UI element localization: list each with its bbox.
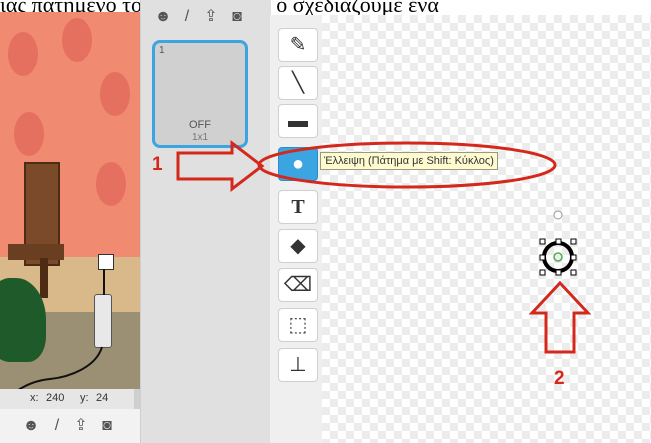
ellipse-tooltip: Έλλειψη (Πάτημα με Shift: Κύκλος) — [320, 152, 498, 170]
line-icon: ╲ — [291, 72, 305, 94]
resize-handle[interactable] — [539, 269, 546, 276]
center-marker — [553, 252, 563, 262]
costume-number: 1 — [159, 45, 165, 56]
text-tool-button[interactable]: T — [278, 190, 318, 224]
select-tool-button[interactable]: ⬚ — [278, 308, 318, 342]
fill-bucket-icon: ◆ — [290, 235, 306, 257]
rectangle-tool-button[interactable]: ▬ — [278, 104, 318, 138]
resize-handle[interactable] — [555, 238, 562, 245]
choose-sprite-icon[interactable]: ☻ — [22, 417, 40, 435]
upload-icon[interactable]: ⇪ — [72, 417, 90, 435]
wall-pattern — [14, 112, 44, 156]
costume-name: OFF — [189, 119, 211, 131]
brush-tool-button[interactable]: ✎ — [278, 28, 318, 62]
resize-handle[interactable] — [539, 238, 546, 245]
stamp-tool-button[interactable]: ⊥ — [278, 348, 318, 382]
resize-handle[interactable] — [570, 269, 577, 276]
resize-handle[interactable] — [539, 254, 546, 261]
select-icon: ⬚ — [288, 314, 308, 336]
coord-y-value: 24 — [96, 392, 109, 404]
new-costume-toolbar: ☻ / ⇪ ◙ — [148, 6, 258, 28]
annotation-label-2: 2 — [554, 368, 565, 389]
ellipse-icon: ● — [291, 153, 305, 175]
coord-x-value: 240 — [46, 392, 65, 404]
wall-pattern — [96, 162, 126, 206]
cable-line — [17, 269, 105, 389]
line-tool-button[interactable]: ╲ — [278, 66, 318, 100]
mouse-coordinates: x: 240 y: 24 — [0, 389, 140, 409]
wall-pattern — [62, 18, 92, 62]
paint-new-icon[interactable]: / — [48, 417, 66, 435]
text-icon: T — [291, 196, 305, 218]
rectangle-icon: ▬ — [288, 110, 308, 132]
circle-shape — [542, 241, 574, 273]
annotation-label-1: 1 — [152, 154, 163, 175]
new-sprite-toolbar: ☻ / ⇪ ◙ — [0, 409, 140, 443]
stage-preview[interactable] — [0, 12, 140, 389]
costume-size: 1x1 — [191, 132, 209, 143]
paint-costume-icon[interactable]: / — [178, 8, 196, 26]
choose-costume-icon[interactable]: ☻ — [154, 8, 172, 26]
brush-icon: ✎ — [289, 34, 307, 56]
fill-tool-button[interactable]: ◆ — [278, 229, 318, 263]
ellipse-tool-button[interactable]: ● — [278, 147, 318, 181]
camera-costume-icon[interactable]: ◙ — [228, 8, 246, 26]
costume-thumbnail[interactable]: 1 OFF 1x1 — [152, 40, 248, 148]
chair-seat — [8, 244, 64, 260]
camera-icon[interactable]: ◙ — [98, 417, 116, 435]
eraser-tool-button[interactable]: ⌫ — [278, 268, 318, 302]
paint-canvas[interactable] — [322, 15, 651, 443]
stamp-icon: ⊥ — [289, 354, 307, 376]
eraser-icon: ⌫ — [283, 274, 313, 296]
coord-y-label: y: — [80, 392, 89, 404]
drawn-circle[interactable] — [528, 205, 588, 285]
rotation-handle[interactable] — [553, 210, 563, 220]
resize-handle[interactable] — [570, 238, 577, 245]
wall-pattern — [8, 32, 38, 76]
upload-costume-icon[interactable]: ⇪ — [202, 8, 220, 26]
resize-handle[interactable] — [570, 254, 577, 261]
coord-x-label: x: — [30, 392, 39, 404]
wall-pattern — [100, 72, 130, 116]
resize-handle[interactable] — [555, 269, 562, 276]
